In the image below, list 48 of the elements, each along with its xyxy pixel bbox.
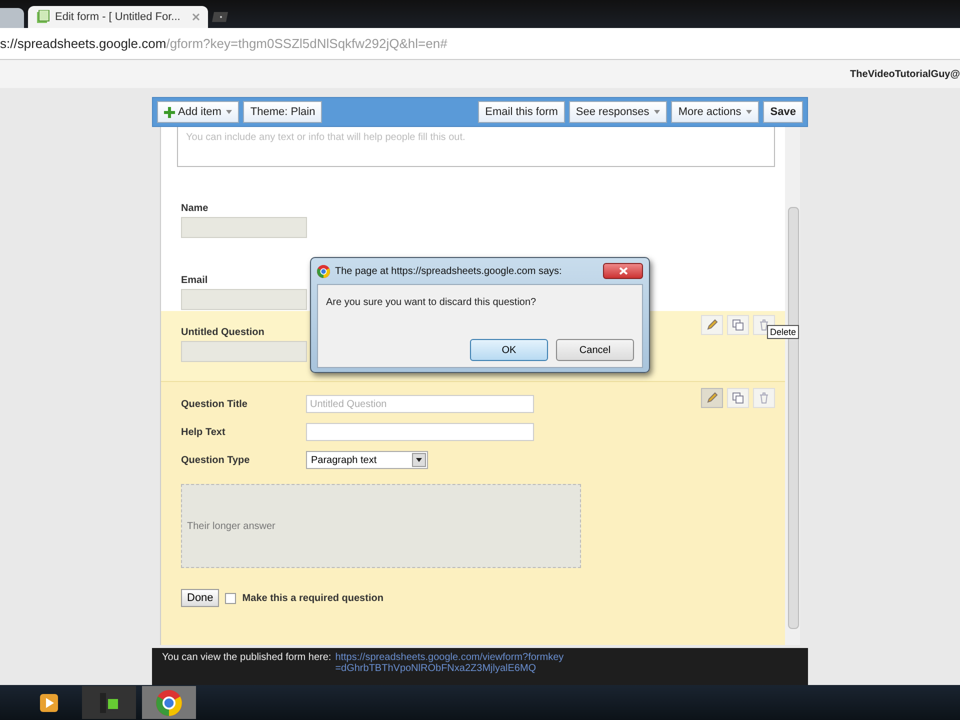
question-type-dropdown[interactable]: Paragraph text xyxy=(306,451,428,469)
toolbar-button[interactable]: Add item xyxy=(157,101,240,123)
close-button[interactable] xyxy=(603,263,643,279)
help-text-field[interactable] xyxy=(306,423,534,441)
answer-preview: Their longer answer xyxy=(181,484,581,568)
question-label: Untitled Question xyxy=(181,327,266,338)
tooltip: Delete xyxy=(767,325,800,339)
field-label: Question Type xyxy=(181,454,251,466)
done-button[interactable]: Done xyxy=(181,589,220,607)
close-icon xyxy=(618,267,628,275)
new-tab-icon[interactable] xyxy=(212,11,230,23)
caret-icon xyxy=(746,110,752,114)
description-text: You can include any text or info that will help people fill this out. xyxy=(186,132,466,143)
question-label: Name xyxy=(181,203,210,214)
field-label: Question Title xyxy=(181,398,248,410)
caret-icon xyxy=(226,110,232,114)
field-label: Help Text xyxy=(181,426,226,438)
toolbar-button[interactable]: More actions xyxy=(671,101,760,123)
caret-icon xyxy=(654,110,660,114)
app-icon[interactable] xyxy=(82,686,136,719)
url-text: s://spreadsheets.google.com/gform?key=thgm0SSZl5dNlSqkfw292jQ&hl=en# xyxy=(0,36,448,51)
toolbar-button[interactable]: Save xyxy=(763,101,803,123)
address-bar[interactable]: s://spreadsheets.google.com/gform?key=thgm0SSZl5dNlSqkfw292jQ&hl=en# xyxy=(0,28,960,60)
question-title-field[interactable]: Untitled Question xyxy=(306,395,534,413)
notice-text: You can view the published form here: xyxy=(162,652,332,663)
caret-icon xyxy=(412,453,426,467)
toolbar-button[interactable]: Theme: Plain xyxy=(243,101,322,123)
browser-logo-icon xyxy=(317,264,330,278)
question-label: Email xyxy=(181,275,209,286)
dialog-message: Are you sure you want to discard this question? xyxy=(326,297,538,308)
pencil-icon[interactable] xyxy=(701,315,723,335)
pencil-icon[interactable] xyxy=(701,388,723,408)
form-link[interactable]: https://spreadsheets.google.com/viewform?formkey=dGhrbTBThVpoNlRObFNxa2Z3MjlyalE6MQ xyxy=(335,652,566,674)
plus-icon xyxy=(164,106,175,118)
browser-tab[interactable]: Edit form - [ Untitled For... xyxy=(28,6,208,28)
toolbar-button[interactable]: See responses xyxy=(568,101,668,123)
dialog-button[interactable]: Cancel xyxy=(556,339,634,361)
dialog-title: The page at https://spreadsheets.google.com says: xyxy=(335,266,563,276)
close-icon[interactable] xyxy=(192,13,200,21)
copy-icon[interactable] xyxy=(727,388,749,408)
account-name[interactable]: TheVideoTutorialGuy@ xyxy=(850,68,960,80)
browser-icon[interactable] xyxy=(142,686,196,719)
copy-icon[interactable] xyxy=(727,315,749,335)
form-icon xyxy=(36,10,50,24)
required-checkbox[interactable] xyxy=(225,592,236,604)
dialog-button[interactable]: OK xyxy=(470,339,548,361)
checkbox-label: Make this a required question xyxy=(242,592,384,604)
toolbar-button[interactable]: Email this form xyxy=(478,101,565,123)
